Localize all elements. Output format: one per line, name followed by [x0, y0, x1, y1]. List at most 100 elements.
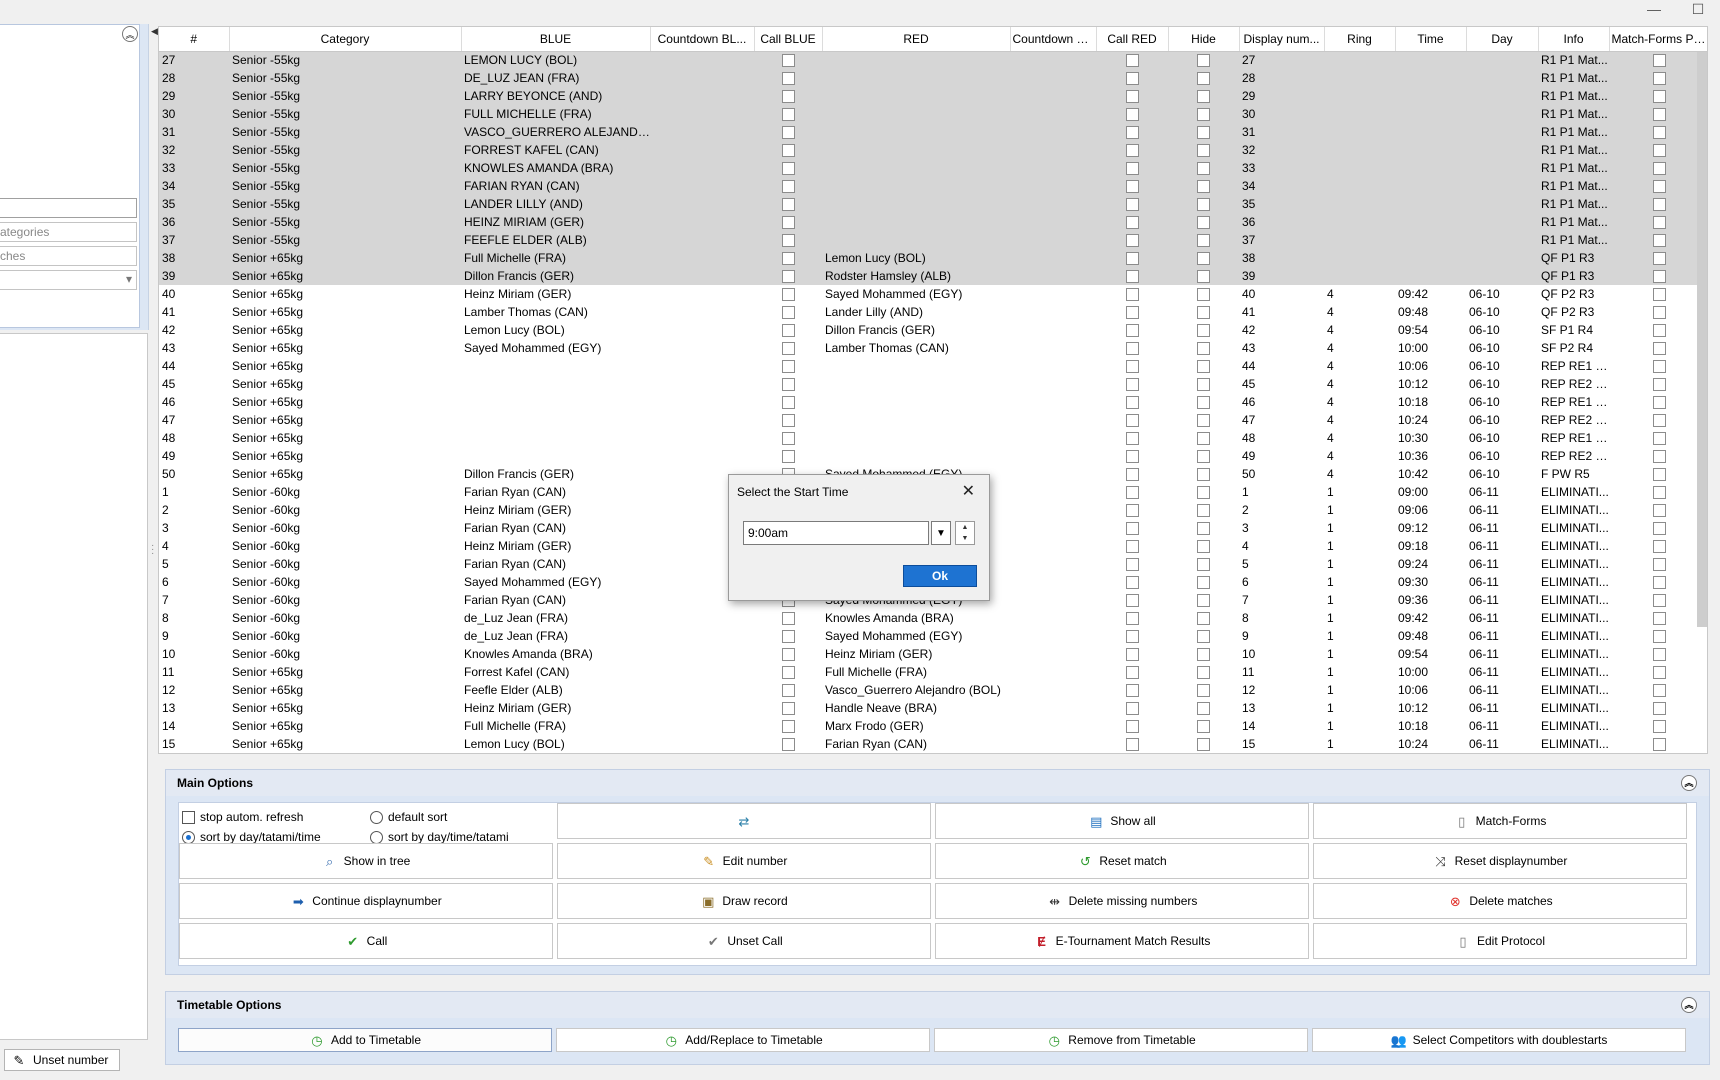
- match-forms-checkbox[interactable]: [1652, 144, 1666, 158]
- column-header[interactable]: Countdown BL...: [650, 27, 755, 52]
- spinner-down-icon[interactable]: ▼: [962, 535, 969, 542]
- continue-displaynumber-button[interactable]: ➡ Continue displaynumber: [179, 883, 553, 919]
- match-forms-checkbox[interactable]: [1652, 180, 1666, 194]
- call-blue-checkbox[interactable]: [781, 270, 795, 284]
- match-forms-checkbox[interactable]: [1652, 306, 1666, 320]
- call-red-checkbox[interactable]: [1125, 342, 1139, 356]
- etournament-results-button[interactable]: Ɇ E-Tournament Match Results: [935, 923, 1309, 959]
- match-forms-checkbox[interactable]: [1652, 648, 1666, 662]
- call-red-checkbox[interactable]: [1125, 54, 1139, 68]
- call-red-checkbox[interactable]: [1125, 684, 1139, 698]
- hide-checkbox[interactable]: [1197, 576, 1210, 590]
- match-forms-checkbox[interactable]: [1652, 612, 1666, 626]
- select-doublestarts-button[interactable]: 👥 Select Competitors with doublestarts: [1312, 1028, 1686, 1052]
- hide-checkbox[interactable]: [1197, 684, 1210, 698]
- call-blue-checkbox[interactable]: [781, 288, 795, 302]
- remove-from-timetable-button[interactable]: ◷ Remove from Timetable: [934, 1028, 1308, 1052]
- hide-checkbox[interactable]: [1197, 252, 1210, 266]
- column-header[interactable]: Display num...: [1239, 27, 1325, 52]
- table-row[interactable]: 45 Senior +65kg 45 4 10:12 06-10 REP RE2 R1: [159, 375, 1707, 393]
- call-red-checkbox[interactable]: [1125, 252, 1139, 266]
- delete-matches-button[interactable]: ⊗ Delete matches: [1313, 883, 1687, 919]
- table-row[interactable]: 8 Senior -60kg de_Luz Jean (FRA) Knowles Am…: [159, 609, 1707, 627]
- hide-checkbox[interactable]: [1197, 324, 1210, 338]
- hide-checkbox[interactable]: [1197, 378, 1210, 392]
- start-time-input[interactable]: 9:00am: [743, 521, 929, 545]
- hide-checkbox[interactable]: [1197, 216, 1210, 230]
- call-red-checkbox[interactable]: [1125, 450, 1139, 464]
- call-red-checkbox[interactable]: [1125, 180, 1139, 194]
- match-forms-checkbox[interactable]: [1652, 216, 1666, 230]
- column-header[interactable]: BLUE: [461, 27, 651, 52]
- table-row[interactable]: 41 Senior +65kg Lamber Thomas (CAN) Lander …: [159, 303, 1707, 321]
- hide-checkbox[interactable]: [1197, 342, 1210, 356]
- hide-checkbox[interactable]: [1197, 54, 1210, 68]
- match-forms-checkbox[interactable]: [1652, 252, 1666, 266]
- call-red-checkbox[interactable]: [1125, 432, 1139, 446]
- table-row[interactable]: 35 Senior -55kg LANDER LILLY (AND) 35 R1 P1 …: [159, 195, 1707, 213]
- hide-checkbox[interactable]: [1197, 432, 1210, 446]
- timetable-options-header[interactable]: Timetable Options ︽: [166, 992, 1709, 1018]
- hide-checkbox[interactable]: [1197, 126, 1210, 140]
- call-red-checkbox[interactable]: [1125, 162, 1139, 176]
- call-red-checkbox[interactable]: [1125, 414, 1139, 428]
- call-blue-checkbox[interactable]: [781, 108, 795, 122]
- column-header[interactable]: Call RED: [1096, 27, 1169, 52]
- match-forms-checkbox[interactable]: [1652, 450, 1666, 464]
- hide-checkbox[interactable]: [1197, 522, 1210, 536]
- call-blue-checkbox[interactable]: [781, 324, 795, 338]
- minimize-button[interactable]: —: [1632, 0, 1676, 18]
- match-forms-checkbox[interactable]: [1652, 720, 1666, 734]
- table-row[interactable]: 27 Senior -55kg LEMON LUCY (BOL) 27 R1 P1 Ma…: [159, 51, 1707, 69]
- hide-checkbox[interactable]: [1197, 306, 1210, 320]
- hide-checkbox[interactable]: [1197, 288, 1210, 302]
- table-row[interactable]: 36 Senior -55kg HEINZ MIRIAM (GER) 36 R1 P1 …: [159, 213, 1707, 231]
- table-row[interactable]: 42 Senior +65kg Lemon Lucy (BOL) Dillon Fra…: [159, 321, 1707, 339]
- call-blue-checkbox[interactable]: [781, 126, 795, 140]
- table-row[interactable]: 13 Senior +65kg Heinz Miriam (GER) Handle N…: [159, 699, 1707, 717]
- call-blue-checkbox[interactable]: [781, 234, 795, 248]
- call-red-checkbox[interactable]: [1125, 288, 1139, 302]
- chevrons-up-icon[interactable]: ︽: [1681, 997, 1697, 1013]
- match-forms-checkbox[interactable]: [1652, 198, 1666, 212]
- call-red-checkbox[interactable]: [1125, 486, 1139, 500]
- table-row[interactable]: 39 Senior +65kg Dillon Francis (GER) Rodste…: [159, 267, 1707, 285]
- draw-record-button[interactable]: ▣ Draw record: [557, 883, 931, 919]
- hide-checkbox[interactable]: [1197, 162, 1210, 176]
- hide-checkbox[interactable]: [1197, 648, 1210, 662]
- call-blue-checkbox[interactable]: [781, 306, 795, 320]
- match-forms-checkbox[interactable]: [1652, 108, 1666, 122]
- match-forms-checkbox[interactable]: [1652, 414, 1666, 428]
- column-header[interactable]: RED: [822, 27, 1011, 52]
- default-sort-radio[interactable]: default sort: [370, 810, 447, 824]
- call-blue-checkbox[interactable]: [781, 72, 795, 86]
- match-forms-checkbox[interactable]: [1652, 684, 1666, 698]
- add-to-timetable-button[interactable]: ◷ Add to Timetable: [178, 1028, 552, 1052]
- match-forms-checkbox[interactable]: [1652, 54, 1666, 68]
- splitter-handle[interactable]: · · ·: [151, 541, 154, 559]
- call-red-checkbox[interactable]: [1125, 144, 1139, 158]
- call-blue-checkbox[interactable]: [781, 432, 795, 446]
- call-blue-checkbox[interactable]: [781, 396, 795, 410]
- column-header[interactable]: Call BLUE: [754, 27, 823, 52]
- match-forms-checkbox[interactable]: [1652, 558, 1666, 572]
- match-forms-checkbox[interactable]: [1652, 342, 1666, 356]
- call-red-checkbox[interactable]: [1125, 270, 1139, 284]
- call-red-checkbox[interactable]: [1125, 234, 1139, 248]
- call-blue-checkbox[interactable]: [781, 450, 795, 464]
- call-red-checkbox[interactable]: [1125, 90, 1139, 104]
- chevrons-up-icon[interactable]: ︽: [1681, 775, 1697, 791]
- call-red-checkbox[interactable]: [1125, 126, 1139, 140]
- maximize-button[interactable]: ☐: [1676, 0, 1720, 18]
- match-forms-checkbox[interactable]: [1652, 666, 1666, 680]
- table-scrollbar[interactable]: [1697, 52, 1707, 627]
- table-row[interactable]: 30 Senior -55kg FULL MICHELLE (FRA) 30 R1 P1…: [159, 105, 1707, 123]
- hide-checkbox[interactable]: [1197, 666, 1210, 680]
- call-red-checkbox[interactable]: [1125, 522, 1139, 536]
- call-red-checkbox[interactable]: [1125, 720, 1139, 734]
- call-blue-checkbox[interactable]: [781, 252, 795, 266]
- table-row[interactable]: 44 Senior +65kg 44 4 10:06 06-10 REP RE1 R1: [159, 357, 1707, 375]
- match-forms-checkbox[interactable]: [1652, 432, 1666, 446]
- call-blue-checkbox[interactable]: [781, 342, 795, 356]
- column-header[interactable]: Time: [1395, 27, 1467, 52]
